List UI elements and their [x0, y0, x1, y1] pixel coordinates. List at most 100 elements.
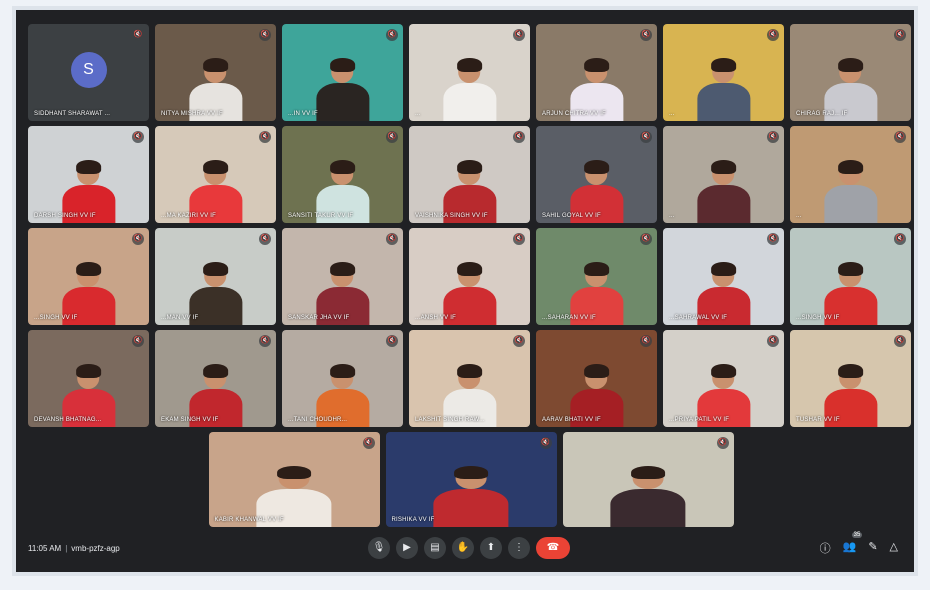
participant-tile[interactable]: 🔇 SANSKAR JHA VV IF [282, 228, 403, 325]
muted-mic-icon: 🔇 [767, 233, 779, 245]
participant-name: EKAM SINGH VV IF [161, 417, 219, 423]
participant-name: KABIR KHANWAL VV IF [214, 517, 284, 523]
participant-row: 🔇 KABIR KHANWAL VV IF 🔇 RISHIKA VV IF 🔇 [28, 432, 914, 527]
participant-tile[interactable]: 🔇 DEVANSH BHATNAG... [28, 330, 149, 427]
participant-tile[interactable]: 🔇 ...ANSH VV IF [409, 228, 530, 325]
camera-button[interactable]: ▶ [396, 537, 418, 559]
participant-tile[interactable]: 🔇 RISHIKA VV IF [385, 432, 557, 527]
info-icon: ⓘ [819, 543, 831, 555]
participant-name: ...IN VV IF [288, 111, 318, 117]
participant-tile[interactable]: 🔇 ...SAHRAWAL VV IF [663, 228, 784, 325]
muted-mic-icon: 🔇 [640, 335, 652, 347]
participant-name: SAHIL GOYAL VV IF [542, 213, 601, 219]
participant-tile[interactable]: 🔇 EKAM SINGH VV IF [155, 330, 276, 427]
participant-name: NITYA MISHRA VV IF [161, 111, 223, 117]
participant-tile[interactable]: 🔇 NITYA MISHRA VV IF [155, 24, 276, 121]
participant-name: VAISHNIKA SINGH VV IF [415, 213, 488, 219]
participant-name: CHIRAG RAJ... IF [796, 111, 848, 117]
activities-button[interactable]: △ [890, 540, 898, 556]
participant-tile[interactable]: 🔇 ...SAHARAN VV IF [536, 228, 657, 325]
meeting-separator: | [65, 543, 68, 553]
participant-avatar: S [70, 52, 107, 88]
muted-mic-icon: 🔇 [894, 335, 906, 347]
participant-name: ... [669, 111, 675, 117]
end-call-button[interactable]: ☎ [536, 537, 570, 559]
chat-button[interactable]: ✎ [868, 540, 877, 556]
participant-name: ... [669, 213, 675, 219]
participant-name: ...SINGH VV IF [34, 315, 78, 321]
participant-tile[interactable]: 🔇 LAKSHIT SINGH RAW... [409, 330, 530, 427]
captions-button[interactable]: ▤ [424, 537, 446, 559]
participant-tile[interactable]: 🔇 DARSH SINGH VV IF [28, 126, 149, 223]
muted-mic-icon: 🔇 [894, 29, 906, 41]
participant-tile[interactable]: 🔇 ...MAN VV IF [155, 228, 276, 325]
muted-mic-icon: 🔇 [640, 233, 652, 245]
mic-button[interactable]: 🎙 [368, 537, 390, 559]
side-panel-buttons: ⓘ 👥 35 ✎ △ [820, 532, 898, 556]
muted-mic-icon: 🔇 [386, 131, 398, 143]
meeting-code[interactable]: vmb-pzfz-agp [71, 544, 119, 553]
muted-mic-icon: 🔇 [513, 29, 525, 41]
muted-mic-icon: 🔇 [894, 233, 906, 245]
muted-mic-icon: 🔇 [640, 29, 652, 41]
participant-name: ARJUN CHITRA VV IF [542, 111, 606, 117]
muted-mic-icon: 🔇 [386, 29, 398, 41]
participant-tile[interactable]: 🔇 ...TANI CHOUDHR... [282, 330, 403, 427]
muted-mic-icon: 🔇 [539, 437, 552, 449]
participant-tile[interactable]: 🔇... [790, 126, 911, 223]
participant-tile[interactable]: 🔇 ARJUN CHITRA VV IF [536, 24, 657, 121]
muted-mic-icon: 🔇 [259, 233, 271, 245]
participant-tile[interactable]: 🔇 CHIRAG RAJ... IF [790, 24, 911, 121]
raise-hand-icon: ✋ [456, 542, 470, 553]
participant-tile[interactable]: 🔇... [663, 24, 784, 121]
muted-mic-icon: 🔇 [259, 131, 271, 143]
participant-tile[interactable]: 🔇 TUSHAR VV IF [790, 330, 911, 427]
participant-tile[interactable]: 🔇 VAISHNIKA SINGH VV IF [409, 126, 530, 223]
participant-name: ...ANSH VV IF [415, 315, 456, 321]
participant-tile[interactable]: 🔇 ...IN VV IF [282, 24, 403, 121]
participant-name: SANSITI TAKUR VV IF [288, 213, 354, 219]
muted-mic-icon: 🔇 [894, 131, 906, 143]
raise-hand-button[interactable]: ✋ [452, 537, 474, 559]
participant-name: ...SAHARAN VV IF [542, 315, 596, 321]
meeting-window: S 🔇 SIDDHANT SHARAWAT ... 🔇 NITYA MISHRA VV … [12, 6, 918, 576]
participant-figure [696, 160, 751, 223]
participant-name: RISHIKA VV IF [391, 517, 435, 523]
participant-figure [442, 58, 497, 121]
participant-name: ...MAN VV IF [161, 315, 199, 321]
people-count-badge: 35 [851, 532, 863, 538]
participant-tile[interactable]: 🔇... [663, 126, 784, 223]
participant-tile[interactable]: S 🔇 SIDDHANT SHARAWAT ... [28, 24, 149, 121]
more-options-icon: ⋮ [514, 542, 524, 553]
participant-tile[interactable]: 🔇 ...MA KAZIRI VV IF [155, 126, 276, 223]
muted-mic-icon: 🔇 [513, 335, 525, 347]
chat-icon: ✎ [868, 541, 878, 553]
muted-mic-icon: 🔇 [640, 131, 652, 143]
meeting-time: 11:05 AM [28, 543, 62, 553]
participant-tile[interactable]: 🔇 KABIR KHANWAL VV IF [208, 432, 380, 527]
participant-tile[interactable]: 🔇 AARAV BHATI VV IF [536, 330, 657, 427]
participant-row: 🔇 ...SINGH VV IF 🔇 ...MAN VV IF 🔇 SANSKAR JHA… [28, 228, 914, 325]
participant-row: S 🔇 SIDDHANT SHARAWAT ... 🔇 NITYA MISHRA VV … [28, 24, 914, 121]
participant-tile[interactable]: 🔇... [409, 24, 530, 121]
info-button[interactable]: ⓘ [820, 540, 831, 556]
participant-name: DARSH SINGH VV IF [34, 213, 96, 219]
participant-row: 🔇 DARSH SINGH VV IF 🔇 ...MA KAZIRI VV IF 🔇 SA… [28, 126, 914, 223]
muted-mic-icon: 🔇 [767, 335, 779, 347]
participant-tile[interactable]: 🔇 SAHIL GOYAL VV IF [536, 126, 657, 223]
captions-icon: ▤ [430, 542, 440, 553]
participant-name: ...SINGH VV IF [796, 315, 840, 321]
present-button[interactable]: ⬆ [480, 537, 502, 559]
participant-tile[interactable]: 🔇 ...SINGH VV IF [28, 228, 149, 325]
more-options-button[interactable]: ⋮ [508, 537, 530, 559]
participant-tile[interactable]: 🔇 [562, 432, 734, 527]
muted-mic-icon: 🔇 [716, 437, 729, 449]
participant-name: ... [415, 111, 421, 117]
muted-mic-icon: 🔇 [132, 335, 144, 347]
muted-mic-icon: 🔇 [132, 233, 144, 245]
people-button[interactable]: 👥 35 [843, 532, 863, 556]
participant-tile[interactable]: 🔇 SANSITI TAKUR VV IF [282, 126, 403, 223]
participant-tile[interactable]: 🔇 ...SINGH VV IF [790, 228, 911, 325]
muted-mic-icon: 🔇 [259, 335, 271, 347]
participant-tile[interactable]: 🔇 ...PRIYA PATIL VV IF [663, 330, 784, 427]
